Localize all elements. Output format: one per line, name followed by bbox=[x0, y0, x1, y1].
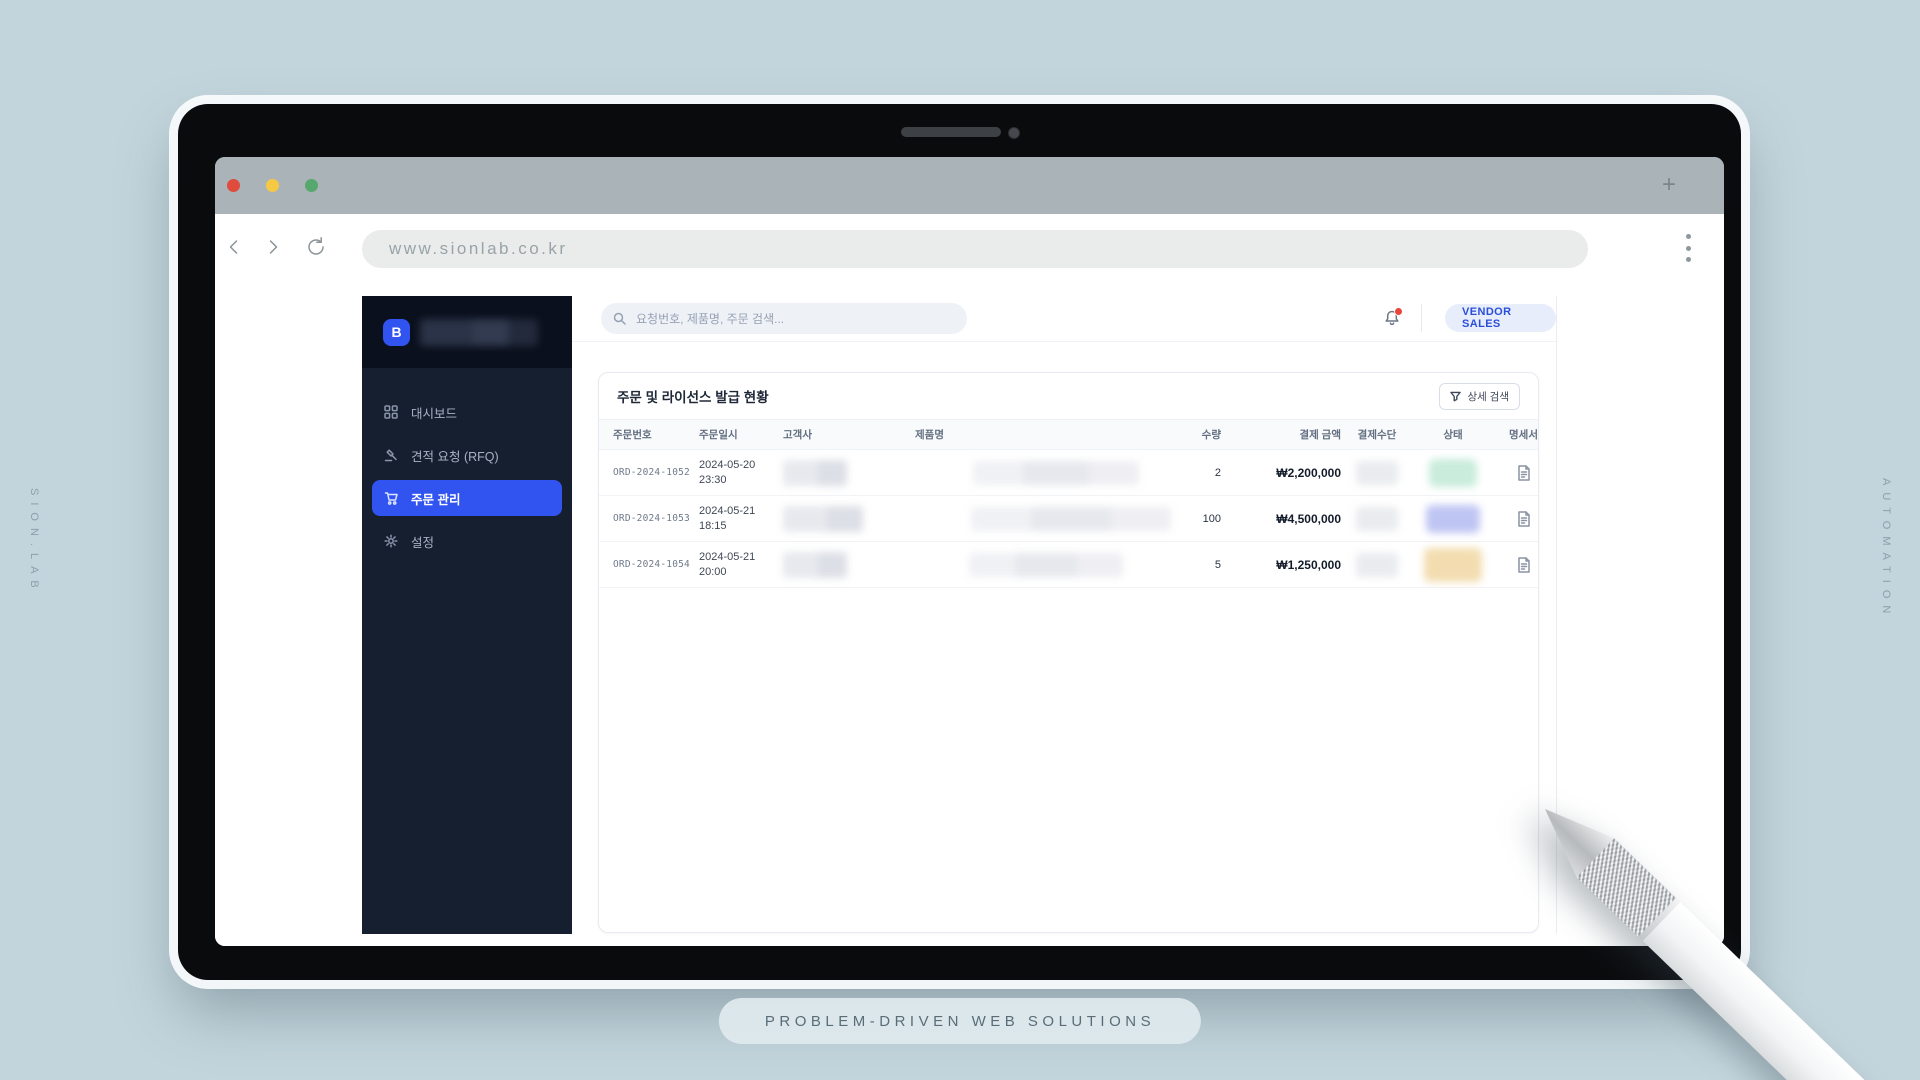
minimize-window-button[interactable] bbox=[266, 179, 279, 192]
col-status: 상태 bbox=[1443, 429, 1463, 441]
page-viewport: B 대시보드 견적 요청 (RFQ) 주문 관리 설정 요청번호, 제품명, 주… bbox=[215, 280, 1724, 946]
col-pay-method: 결제수단 bbox=[1357, 429, 1397, 441]
brand-logo: B bbox=[383, 318, 410, 346]
app-topbar: VENDOR SALES bbox=[572, 296, 1556, 342]
customer-redacted bbox=[783, 505, 863, 532]
app-shell: B 대시보드 견적 요청 (RFQ) 주문 관리 설정 요청번호, 제품명, 주… bbox=[362, 296, 1557, 934]
notification-badge bbox=[1394, 307, 1403, 316]
order-no: ORD-2024-1054 bbox=[613, 559, 690, 570]
orders-card: 주문 및 라이선스 발급 현황 상세 검색 주문번호 주문일시 고객사 제품명 … bbox=[598, 372, 1539, 933]
right-vertical-label: AUTOMATION bbox=[1880, 478, 1892, 621]
product-redacted bbox=[973, 460, 1139, 485]
table-row[interactable]: ORD-2024-1054 2024-05-21 20:00 5 ₩1,250,0… bbox=[599, 542, 1538, 588]
status-badge bbox=[1424, 547, 1482, 582]
search-icon bbox=[613, 312, 626, 325]
order-datetime: 2024-05-21 18:15 bbox=[699, 504, 756, 532]
sidebar-item-orders[interactable]: 주문 관리 bbox=[372, 480, 562, 516]
advanced-search-label: 상세 검색 bbox=[1467, 390, 1509, 403]
maximize-window-button[interactable] bbox=[305, 179, 318, 192]
page: SION.LAB AUTOMATION + www.sionlab.co.kr … bbox=[0, 0, 1920, 1080]
stylus-body bbox=[1642, 902, 1920, 1080]
document-icon bbox=[1517, 464, 1530, 481]
table-row[interactable]: ORD-2024-1053 2024-05-21 18:15 100 ₩4,500… bbox=[599, 496, 1538, 542]
card-header: 주문 및 라이선스 발급 현황 상세 검색 bbox=[599, 373, 1538, 420]
product-redacted bbox=[971, 506, 1171, 531]
order-qty: 5 bbox=[1214, 558, 1221, 571]
col-qty: 수량 bbox=[1201, 429, 1221, 441]
speaker-bar bbox=[901, 127, 1001, 137]
close-window-button[interactable] bbox=[227, 179, 240, 192]
table-header-row: 주문번호 주문일시 고객사 제품명 수량 결제 금액 결제수단 상태 명세서 bbox=[599, 420, 1538, 450]
back-button[interactable] bbox=[219, 214, 249, 280]
camera-dot bbox=[1008, 127, 1020, 139]
document-icon bbox=[1517, 556, 1530, 573]
workspace-name-redacted bbox=[420, 318, 538, 346]
topbar-divider bbox=[1421, 304, 1422, 332]
sidebar-header: B bbox=[362, 296, 572, 368]
sidebar: B 대시보드 견적 요청 (RFQ) 주문 관리 설정 bbox=[362, 296, 572, 934]
order-datetime: 2024-05-20 23:30 bbox=[699, 458, 756, 486]
order-qty: 100 bbox=[1202, 512, 1221, 525]
order-no: ORD-2024-1053 bbox=[613, 513, 690, 524]
order-amount: ₩2,200,000 bbox=[1276, 465, 1341, 480]
status-badge bbox=[1426, 504, 1480, 533]
browser-tab-bar: + bbox=[215, 157, 1724, 214]
notifications-button[interactable] bbox=[1378, 304, 1406, 332]
search-input[interactable] bbox=[634, 310, 955, 327]
sidebar-item-settings[interactable]: 설정 bbox=[372, 523, 562, 559]
statement-button[interactable] bbox=[1493, 556, 1554, 573]
card-title: 주문 및 라이선스 발급 현황 bbox=[617, 390, 769, 405]
vendor-sales-button[interactable]: VENDOR SALES bbox=[1445, 304, 1556, 332]
sidebar-item-rfq[interactable]: 견적 요청 (RFQ) bbox=[372, 437, 562, 473]
forward-button[interactable] bbox=[258, 214, 288, 280]
customer-redacted bbox=[783, 459, 847, 486]
order-no: ORD-2024-1052 bbox=[613, 467, 690, 478]
address-bar[interactable]: www.sionlab.co.kr bbox=[362, 230, 1588, 268]
order-amount: ₩1,250,000 bbox=[1276, 557, 1341, 572]
pay-method-redacted bbox=[1356, 460, 1398, 485]
url-text: www.sionlab.co.kr bbox=[389, 239, 568, 258]
filter-icon bbox=[1450, 391, 1462, 402]
order-datetime: 2024-05-21 20:00 bbox=[699, 550, 756, 578]
col-order-no: 주문번호 bbox=[613, 429, 652, 441]
pay-method-redacted bbox=[1356, 506, 1398, 531]
order-qty: 2 bbox=[1214, 466, 1221, 479]
sidebar-item-dashboard[interactable]: 대시보드 bbox=[372, 394, 562, 430]
sidebar-item-label: 설정 bbox=[411, 535, 435, 550]
new-tab-button[interactable]: + bbox=[1662, 173, 1676, 197]
gavel-icon bbox=[383, 447, 399, 463]
table-row[interactable]: ORD-2024-1052 2024-05-20 23:30 2 ₩2,200,0… bbox=[599, 450, 1538, 496]
statement-button[interactable] bbox=[1493, 464, 1554, 481]
sidebar-item-label: 대시보드 bbox=[411, 406, 458, 421]
document-icon bbox=[1517, 510, 1530, 527]
product-redacted bbox=[969, 552, 1123, 577]
bottom-banner: PROBLEM-DRIVEN WEB SOLUTIONS bbox=[718, 998, 1202, 1044]
sidebar-item-label: 주문 관리 bbox=[411, 492, 461, 507]
screen: + www.sionlab.co.kr B 대시보드 견적 요청 (RFQ) 주… bbox=[215, 157, 1724, 946]
col-amount: 결제 금액 bbox=[1299, 429, 1341, 441]
search-box[interactable] bbox=[601, 303, 967, 334]
laptop-frame: + www.sionlab.co.kr B 대시보드 견적 요청 (RFQ) 주… bbox=[178, 104, 1741, 980]
sidebar-item-label: 견적 요청 (RFQ) bbox=[411, 449, 499, 464]
sidebar-menu: 대시보드 견적 요청 (RFQ) 주문 관리 설정 bbox=[362, 368, 572, 559]
col-customer: 고객사 bbox=[783, 429, 812, 441]
col-order-datetime: 주문일시 bbox=[699, 429, 738, 441]
statement-button[interactable] bbox=[1493, 510, 1554, 527]
browser-toolbar: www.sionlab.co.kr bbox=[215, 214, 1724, 281]
left-vertical-label: SION.LAB bbox=[28, 488, 40, 595]
cart-icon bbox=[383, 490, 399, 506]
gear-icon bbox=[383, 533, 399, 549]
customer-redacted bbox=[783, 551, 847, 578]
browser-menu-button[interactable] bbox=[1681, 234, 1695, 262]
advanced-search-button[interactable]: 상세 검색 bbox=[1439, 382, 1520, 410]
order-amount: ₩4,500,000 bbox=[1276, 511, 1341, 526]
col-product: 제품명 bbox=[915, 429, 944, 441]
status-badge bbox=[1429, 458, 1477, 487]
pay-method-redacted bbox=[1356, 552, 1398, 577]
reload-button[interactable] bbox=[300, 214, 332, 280]
dashboard-icon bbox=[383, 404, 399, 420]
col-statement: 명세서 bbox=[1509, 429, 1538, 441]
